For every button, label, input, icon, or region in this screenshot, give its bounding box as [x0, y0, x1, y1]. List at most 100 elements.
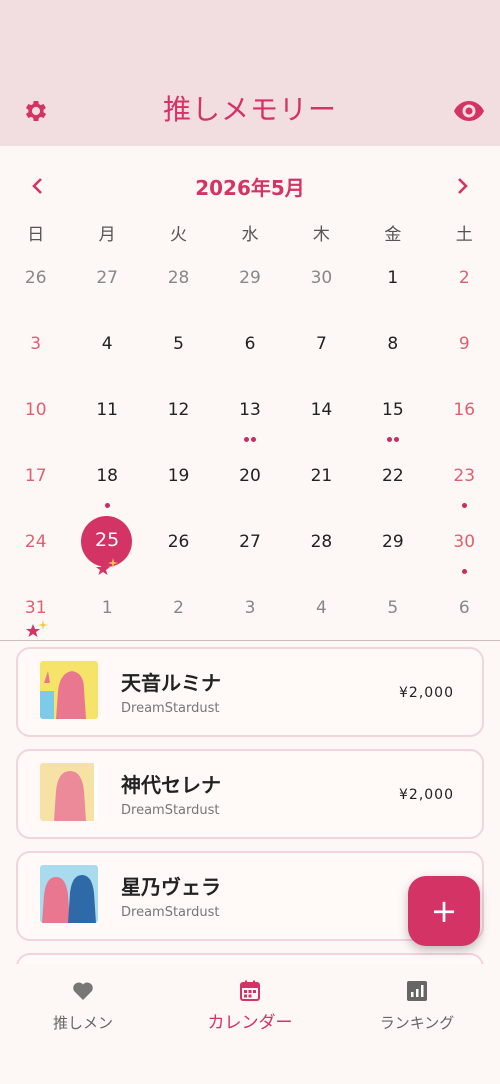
day-cell[interactable]: 28 [143, 258, 214, 324]
event-dots [71, 500, 142, 508]
day-number: 20 [239, 466, 261, 486]
day-cell[interactable]: 5 [357, 588, 428, 654]
day-cell[interactable]: 5 [143, 324, 214, 390]
day-cell[interactable]: 1 [357, 258, 428, 324]
day-number: 5 [173, 334, 184, 354]
day-cell[interactable]: 2 [429, 258, 500, 324]
event-dot [386, 437, 392, 442]
day-cell[interactable]: 27 [214, 522, 285, 588]
day-cell[interactable]: 26 [0, 258, 71, 324]
day-number: 5 [387, 598, 399, 618]
day-number: 3 [244, 598, 256, 618]
chevron-right-icon[interactable] [450, 174, 474, 198]
weekday-label: 水 [241, 225, 259, 245]
day-cell[interactable]: 6 [214, 324, 285, 390]
day-cell[interactable]: 28 [286, 522, 357, 588]
day-number: 25 [95, 529, 120, 551]
tab-oshimen[interactable]: 推しメン [0, 964, 166, 1044]
weekday-label: 火 [170, 225, 188, 245]
day-number: 2 [458, 268, 470, 288]
day-cell[interactable]: 18 [71, 456, 142, 522]
day-cell[interactable]: 7 [286, 324, 357, 390]
day-number: 23 [453, 466, 476, 486]
day-cell[interactable]: 4 [286, 588, 357, 654]
day-cell[interactable]: 3 [214, 588, 285, 654]
sparkle-star-icon [26, 620, 48, 637]
day-number: 15 [382, 400, 404, 420]
tab-calendar[interactable]: カレンダー [167, 964, 333, 1044]
day-cell[interactable]: 20 [214, 456, 285, 522]
day-number: 27 [96, 268, 118, 288]
day-number: 26 [167, 532, 190, 552]
day-cell[interactable]: 29 [357, 522, 428, 588]
add-button[interactable]: + [408, 876, 480, 946]
day-cell[interactable]: 12 [143, 390, 214, 456]
day-number: 28 [167, 268, 190, 288]
avatar [40, 865, 98, 923]
list-item[interactable]: 神代セレナ DreamStardust ¥2,000 [16, 749, 484, 839]
day-number: 9 [458, 334, 470, 354]
heart-icon [73, 982, 93, 1000]
day-number: 13 [239, 400, 261, 420]
list-item[interactable]: 天音ルミナ DreamStardust ¥2,000 [16, 647, 484, 737]
divider [0, 640, 500, 641]
day-cell[interactable]: 2 [143, 588, 214, 654]
eye-icon[interactable] [453, 97, 485, 125]
week-row: 3 4 5 6 7 8 9 [0, 324, 500, 390]
day-number: 11 [96, 400, 118, 420]
day-cell[interactable]: 9 [429, 324, 500, 390]
day-number: 14 [310, 400, 333, 420]
day-cell[interactable]: 22 [357, 456, 428, 522]
weekday-label: 金 [384, 225, 402, 245]
tab-label: 推しメン [52, 1014, 113, 1032]
day-cell[interactable]: 10 [0, 390, 71, 456]
day-cell[interactable]: 11 [71, 390, 142, 456]
day-cell[interactable]: 27 [71, 258, 142, 324]
day-cell[interactable]: 13 [214, 390, 285, 456]
event-dots [429, 566, 500, 574]
week-row: 31 1 2 3 4 5 6 [0, 588, 500, 654]
entry-name: 星乃ヴェラ [121, 875, 221, 899]
day-number: 2 [173, 598, 184, 618]
entry-group: DreamStardust [121, 905, 220, 920]
event-dot [461, 503, 467, 508]
day-cell[interactable]: 30 [286, 258, 357, 324]
sparkle-star-icon [96, 558, 119, 575]
event-dot [104, 503, 110, 508]
day-cell[interactable]: 1 [71, 588, 142, 654]
day-number: 27 [239, 532, 261, 552]
day-number: 10 [24, 400, 47, 420]
day-cell[interactable]: 26 [143, 522, 214, 588]
day-cell[interactable]: 30 [429, 522, 500, 588]
event-dot [250, 437, 256, 442]
day-number: 26 [24, 268, 47, 288]
day-number: 24 [24, 532, 47, 552]
day-cell[interactable]: 6 [429, 588, 500, 654]
event-dots [357, 434, 428, 442]
day-cell[interactable]: 15 [357, 390, 428, 456]
day-number: 19 [167, 466, 190, 486]
day-cell[interactable]: 19 [143, 456, 214, 522]
day-cell[interactable]: 23 [429, 456, 500, 522]
day-number: 8 [387, 334, 399, 354]
day-cell[interactable]: 8 [357, 324, 428, 390]
event-dot [393, 437, 399, 442]
tab-ranking[interactable]: ランキング [334, 964, 500, 1044]
day-cell[interactable]: 21 [286, 456, 357, 522]
day-number: 22 [382, 466, 404, 486]
day-cell[interactable]: 16 [429, 390, 500, 456]
day-cell[interactable]: 14 [286, 390, 357, 456]
bottom-navigation: 推しメン カレンダー ランキング [0, 964, 500, 1084]
entry-name: 神代セレナ [121, 773, 221, 797]
day-cell[interactable]: 17 [0, 456, 71, 522]
day-cell[interactable]: 4 [71, 324, 142, 390]
day-cell-today[interactable]: 25 [71, 516, 142, 588]
entry-price: ¥2,000 [399, 787, 454, 803]
day-cell[interactable]: 31 [0, 588, 71, 654]
day-cell[interactable]: 29 [214, 258, 285, 324]
day-cell[interactable]: 3 [0, 324, 71, 390]
event-dots [214, 434, 285, 442]
day-cell[interactable]: 24 [0, 522, 71, 588]
event-dot [461, 569, 467, 574]
day-number: 31 [24, 598, 47, 618]
